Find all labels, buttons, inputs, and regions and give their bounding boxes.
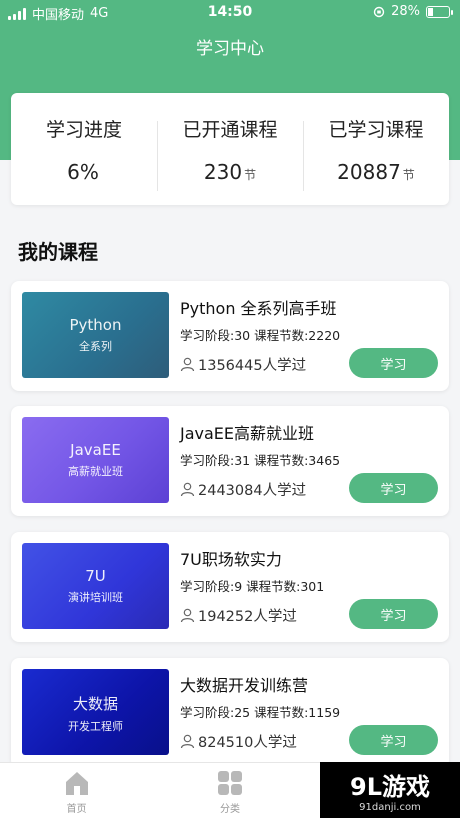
- stat-label: 已开通课程: [182, 118, 278, 141]
- course-thumbnail[interactable]: JavaEE 高薪就业班: [22, 417, 169, 503]
- stat-progress: 学习进度 6%: [11, 115, 157, 184]
- thumb-main-text: Python: [69, 316, 122, 334]
- course-learners: 194252人学过: [180, 605, 297, 626]
- thumb-main-text: 7U: [85, 567, 106, 585]
- thumb-sub-text: 演讲培训班: [68, 591, 123, 604]
- grid-icon: [217, 771, 242, 795]
- watermark-logo: 9L游戏 91danji.com: [320, 762, 460, 818]
- status-right: 28%: [373, 4, 453, 19]
- course-learners: 1356445人学过: [180, 354, 306, 375]
- learners-count: 824510人学过: [198, 735, 297, 751]
- study-button[interactable]: 学习: [349, 725, 438, 755]
- stat-opened-courses: 已开通课程 230 节: [157, 115, 303, 191]
- tab-label: 分类: [219, 804, 240, 815]
- course-card[interactable]: 7U 演讲培训班 7U职场软实力 学习阶段:9 课程节数:301 194252人…: [11, 532, 449, 642]
- user-icon: [180, 482, 195, 497]
- user-icon: [180, 357, 195, 372]
- course-learners: 824510人学过: [180, 731, 297, 752]
- tab-home[interactable]: 首页: [0, 763, 153, 818]
- section-title: 我的课程: [18, 240, 98, 264]
- stat-label: 已学习课程: [328, 118, 424, 141]
- course-thumbnail[interactable]: Python 全系列: [22, 292, 169, 378]
- stat-learned-courses: 已学习课程 20887 节: [303, 115, 449, 191]
- thumb-sub-text: 高薪就业班: [68, 465, 123, 478]
- battery-icon: [426, 5, 453, 18]
- course-thumbnail[interactable]: 大数据 开发工程师: [22, 669, 169, 755]
- tab-category[interactable]: 分类: [153, 763, 306, 818]
- thumb-main-text: 大数据: [72, 695, 118, 713]
- course-title[interactable]: 7U职场软实力: [180, 546, 282, 570]
- stat-unit: 节: [244, 167, 257, 182]
- rotation-lock-icon: [373, 6, 385, 17]
- status-bar: 中国移动 4G 14:50 28%: [0, 0, 460, 24]
- stat-label: 学习进度: [45, 118, 122, 141]
- stat-number: 20887: [337, 159, 401, 184]
- course-learners: 2443084人学过: [180, 479, 306, 500]
- study-button[interactable]: 学习: [349, 348, 438, 378]
- battery-fill: [428, 7, 434, 16]
- learners-count: 2443084人学过: [198, 483, 307, 499]
- stat-value: 230 节: [157, 160, 303, 184]
- course-title[interactable]: Python 全系列高手班: [180, 295, 337, 319]
- stat-unit: 节: [402, 167, 415, 182]
- stat-value: 20887 节: [303, 160, 449, 184]
- battery-percent: 28%: [391, 4, 420, 19]
- user-icon: [180, 734, 195, 749]
- study-button[interactable]: 学习: [349, 473, 438, 503]
- course-meta: 学习阶段:31 课程节数:3465: [180, 453, 341, 468]
- watermark-sub: 91danji.com: [359, 802, 421, 813]
- course-meta: 学习阶段:25 课程节数:1159: [180, 705, 341, 720]
- page-title: 学习中心: [196, 39, 264, 59]
- home-icon: [65, 772, 88, 795]
- thumb-sub-text: 开发工程师: [68, 720, 123, 733]
- learners-count: 194252人学过: [198, 609, 297, 625]
- tab-label: 首页: [66, 804, 87, 815]
- stat-number: 6%: [67, 159, 99, 184]
- course-card[interactable]: 大数据 开发工程师 大数据开发训练营 学习阶段:25 课程节数:1159 824…: [11, 658, 449, 768]
- user-icon: [180, 608, 195, 623]
- study-button[interactable]: 学习: [349, 599, 438, 629]
- course-card[interactable]: JavaEE 高薪就业班 JavaEE高薪就业班 学习阶段:31 课程节数:34…: [11, 406, 449, 516]
- watermark-main: 9L游戏: [350, 773, 430, 801]
- course-title[interactable]: 大数据开发训练营: [180, 672, 308, 696]
- thumb-sub-text: 全系列: [79, 340, 112, 353]
- course-meta: 学习阶段:30 课程节数:2220: [180, 328, 341, 343]
- thumb-main-text: JavaEE: [70, 441, 121, 459]
- stat-number: 230: [203, 159, 243, 184]
- learners-count: 1356445人学过: [198, 358, 307, 374]
- course-meta: 学习阶段:9 课程节数:301: [180, 579, 325, 594]
- course-thumbnail[interactable]: 7U 演讲培训班: [22, 543, 169, 629]
- stats-card: 学习进度 6% 已开通课程 230 节 已学习课程 20887 节: [11, 93, 449, 205]
- course-card[interactable]: Python 全系列 Python 全系列高手班 学习阶段:30 课程节数:22…: [11, 281, 449, 391]
- stat-value: 6%: [11, 160, 157, 184]
- course-title[interactable]: JavaEE高薪就业班: [180, 420, 314, 444]
